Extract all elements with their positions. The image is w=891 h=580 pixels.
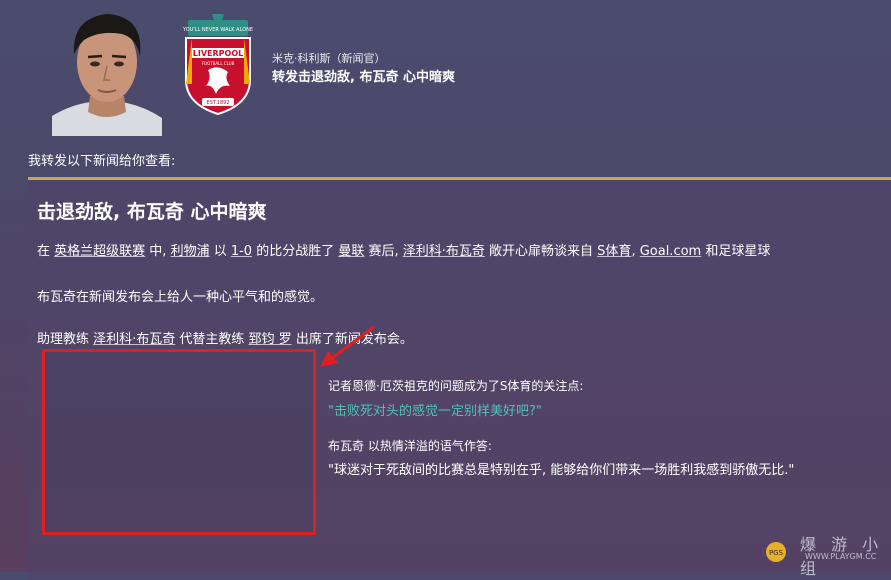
liverpool-crest-icon: YOU'LL NEVER WALK ALONE LIVERPOOL FOOTBA…: [178, 14, 258, 118]
coach-answer: "球迷对于死敌间的比赛总是特别在乎, 能够给你们带来一场胜利我感到骄傲无比.": [328, 463, 795, 478]
crest-sub-text: FOOTBALL CLUB: [202, 61, 235, 66]
text-segment: 敞开心扉畅谈来自: [484, 244, 598, 259]
article-title: 击退劲敌, 布瓦奇 心中暗爽: [37, 201, 267, 223]
text-segment: 赛后,: [364, 244, 403, 259]
message-sender: 米克·科利斯（新闻官）: [272, 52, 386, 65]
question-label: 记者恩德·厄茨祖克的问题成为了S体育的关注点:: [328, 379, 584, 393]
player-avatar: [52, 4, 162, 136]
text-segment: 助理教练: [37, 332, 94, 347]
crest-club-name: LIVERPOOL: [193, 49, 243, 58]
article-paragraph-2: 布瓦奇在新闻发布会上给人一种心平气和的感觉。: [37, 290, 324, 305]
coach-link[interactable]: 泽利科·布瓦奇: [93, 332, 175, 347]
text-segment: 以: [209, 244, 231, 259]
svg-text:PGS: PGS: [769, 549, 784, 557]
text-segment: 的比分战胜了: [252, 244, 339, 259]
message-intro: 我转发以下新闻给你查看:: [28, 154, 176, 169]
crest-est-text: EST.1892: [206, 100, 229, 106]
coach-link[interactable]: 泽利科·布瓦奇: [403, 244, 485, 259]
annotation-arrow-icon: [320, 325, 375, 367]
text-segment: 在: [37, 244, 55, 259]
team-link-manutd[interactable]: 曼联: [338, 244, 364, 259]
text-segment: ,: [631, 244, 640, 259]
manager-link[interactable]: 郅钧 罗: [249, 332, 292, 347]
league-link[interactable]: 英格兰超级联赛: [54, 244, 145, 259]
message-headline: 转发击退劲敌, 布瓦奇 心中暗爽: [272, 70, 455, 85]
team-link-liverpool[interactable]: 利物浦: [171, 244, 210, 259]
media-link-s-sport[interactable]: S体育: [597, 244, 631, 259]
crest-arc-text: YOU'LL NEVER WALK ALONE: [182, 27, 253, 33]
answer-label: 布瓦奇 以热情洋溢的语气作答:: [328, 439, 492, 453]
media-link-goal[interactable]: Goal.com: [640, 244, 702, 259]
text-segment: 和足球星球: [701, 244, 771, 259]
reporter-question: "击败死对头的感觉一定别样美好吧?": [328, 404, 542, 419]
match-score-link[interactable]: 1-0: [231, 244, 252, 259]
text-segment: 中,: [145, 244, 171, 259]
highlight-annotation-box: [42, 349, 316, 535]
text-segment: 代替主教练: [175, 332, 249, 347]
article-paragraph-1: 在 英格兰超级联赛 中, 利物浦 以 1-0 的比分战胜了 曼联 赛后, 泽利科…: [37, 240, 770, 259]
watermark-url: WWW.PLAYGM.CC: [805, 552, 877, 561]
